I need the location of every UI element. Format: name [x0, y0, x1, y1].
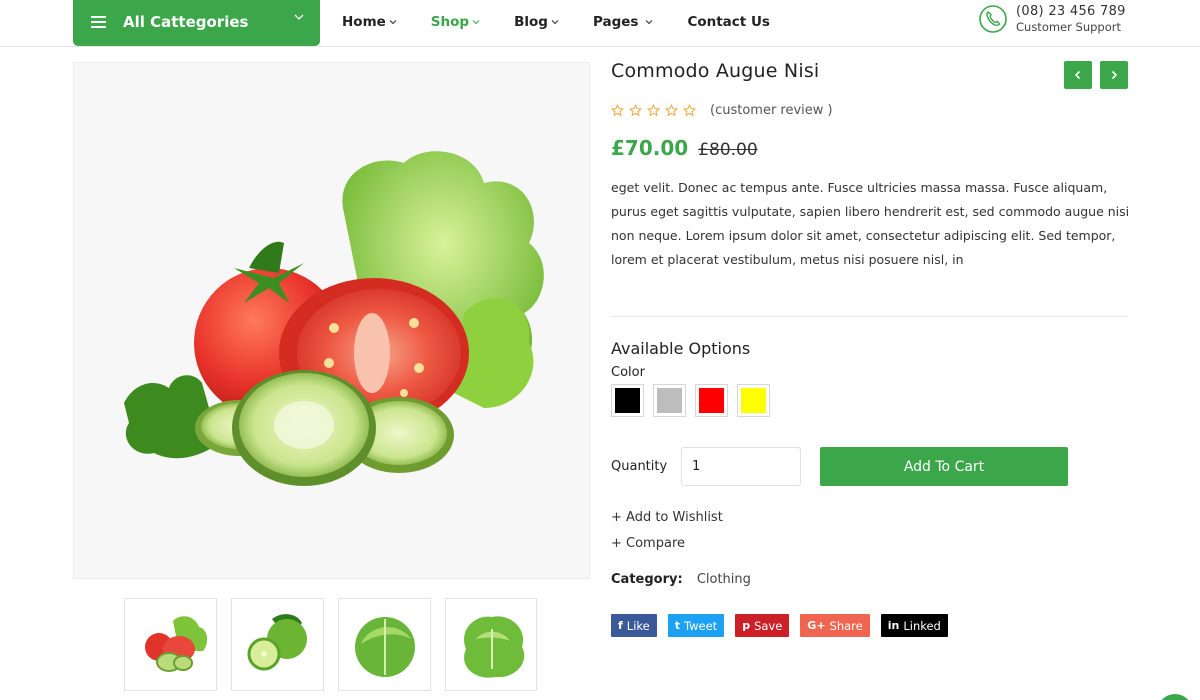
chevron-right-icon	[1111, 70, 1118, 80]
color-label: Color	[611, 365, 645, 380]
customer-review-link[interactable]: (customer review )	[710, 103, 833, 118]
thumbnail-cabbage[interactable]	[338, 598, 431, 691]
color-swatch-gray[interactable]	[653, 384, 686, 417]
star-outline-icon	[647, 104, 660, 117]
chevron-down-icon	[646, 20, 653, 25]
star-outline-icon	[611, 104, 624, 117]
color-swatch-red[interactable]	[695, 384, 728, 417]
chevron-left-icon	[1074, 70, 1081, 80]
old-price: £80.00	[698, 140, 758, 160]
nav-item-pages[interactable]: Pages	[593, 14, 654, 30]
product-main-image[interactable]	[73, 62, 590, 579]
social-share-buttons: f Like t Tweet p Save G+ Share in Linked	[611, 614, 959, 637]
nav-item-label: Shop	[430, 14, 470, 30]
cabbage-thumb-image	[355, 617, 415, 677]
product-description: eget velit. Donec ac tempus ante. Fusce …	[611, 180, 1130, 267]
thumbnail-tomato-cucumber[interactable]	[124, 598, 217, 691]
product-rating: (customer review )	[611, 103, 833, 118]
add-to-cart-button[interactable]: Add To Cart	[820, 447, 1068, 486]
swatch-fill	[699, 388, 724, 413]
star-outline-icon	[665, 104, 678, 117]
chevron-down-icon	[551, 20, 559, 25]
share-label: Tweet	[684, 618, 718, 633]
scroll-to-top-button[interactable]	[1157, 694, 1193, 700]
chevron-down-icon	[389, 20, 397, 25]
main-nav: Home Shop Blog Pages Contact Us	[342, 14, 804, 30]
phone-icon	[979, 5, 1007, 33]
share-label: Share	[829, 618, 863, 633]
pinterest-save-button[interactable]: p Save	[735, 614, 790, 637]
product-pager	[1064, 61, 1136, 89]
share-label: Save	[754, 618, 783, 633]
quantity-input[interactable]	[681, 447, 801, 486]
nav-item-contact-us[interactable]: Contact Us	[687, 14, 770, 30]
all-categories-button[interactable]: All Cattegories	[73, 0, 320, 46]
current-price: £70.00	[611, 136, 689, 160]
lime-thumb-image	[247, 614, 307, 671]
chevron-down-icon	[294, 14, 304, 20]
color-swatch-yellow[interactable]	[737, 384, 770, 417]
previous-product-button[interactable]	[1064, 61, 1092, 89]
swatch-fill	[657, 388, 682, 413]
nav-item-blog[interactable]: Blog	[514, 14, 559, 30]
thumbnail-lettuce[interactable]	[445, 598, 537, 691]
all-categories-label: All Cattegories	[123, 13, 249, 31]
pinterest-icon: p	[742, 619, 751, 632]
chevron-down-icon	[472, 20, 480, 25]
product-category: Category: Clothing	[611, 572, 751, 587]
linkedin-icon: in	[887, 619, 900, 632]
product-title: Commodo Augue Nisi	[611, 60, 820, 82]
share-label: Linked	[903, 618, 941, 633]
nav-item-label: Home	[342, 14, 386, 30]
twitter-icon: t	[674, 619, 680, 632]
star-outline-icon	[683, 104, 696, 117]
category-key: Category:	[611, 572, 683, 587]
nav-item-label: Contact Us	[687, 14, 770, 30]
quantity-label: Quantity	[611, 459, 668, 474]
divider	[611, 316, 1128, 317]
product-thumbnails	[124, 598, 551, 691]
site-header: All Cattegories Home Shop Blog Pages Con…	[0, 0, 1200, 47]
nav-item-shop[interactable]: Shop	[431, 14, 480, 30]
share-label: Like	[626, 618, 650, 633]
compare-link[interactable]: + Compare	[611, 536, 685, 551]
tomato-cucumber-image	[124, 151, 544, 486]
next-product-button[interactable]	[1100, 61, 1128, 89]
add-to-wishlist-link[interactable]: + Add to Wishlist	[611, 510, 723, 525]
swatch-fill	[741, 388, 766, 413]
nav-item-home[interactable]: Home	[342, 14, 397, 30]
google-plus-icon: G+	[807, 619, 826, 632]
color-swatches	[611, 384, 779, 417]
customer-support[interactable]: (08) 23 456 789 Customer Support	[978, 4, 1126, 34]
facebook-like-button[interactable]: f Like	[611, 614, 657, 637]
price-row: £70.00 £80.00	[611, 136, 758, 160]
swatch-fill	[615, 388, 640, 413]
category-value-link[interactable]: Clothing	[697, 572, 751, 587]
support-label: Customer Support	[1016, 20, 1121, 34]
tomato-cucumber-thumb-image	[145, 616, 208, 672]
available-options-title: Available Options	[611, 339, 751, 358]
google-plus-share-button[interactable]: G+ Share	[800, 614, 870, 637]
nav-item-label: Blog	[514, 14, 548, 30]
star-outline-icon	[629, 104, 642, 117]
menu-icon	[91, 16, 106, 28]
linkedin-button[interactable]: in Linked	[880, 614, 948, 637]
color-swatch-black[interactable]	[611, 384, 644, 417]
facebook-icon: f	[618, 619, 623, 632]
thumbnail-lime[interactable]	[231, 598, 324, 691]
lettuce-thumb-image	[464, 616, 525, 678]
twitter-tweet-button[interactable]: t Tweet	[667, 614, 725, 637]
support-phone-number: (08) 23 456 789	[1016, 4, 1126, 19]
nav-item-label: Pages	[592, 14, 639, 30]
